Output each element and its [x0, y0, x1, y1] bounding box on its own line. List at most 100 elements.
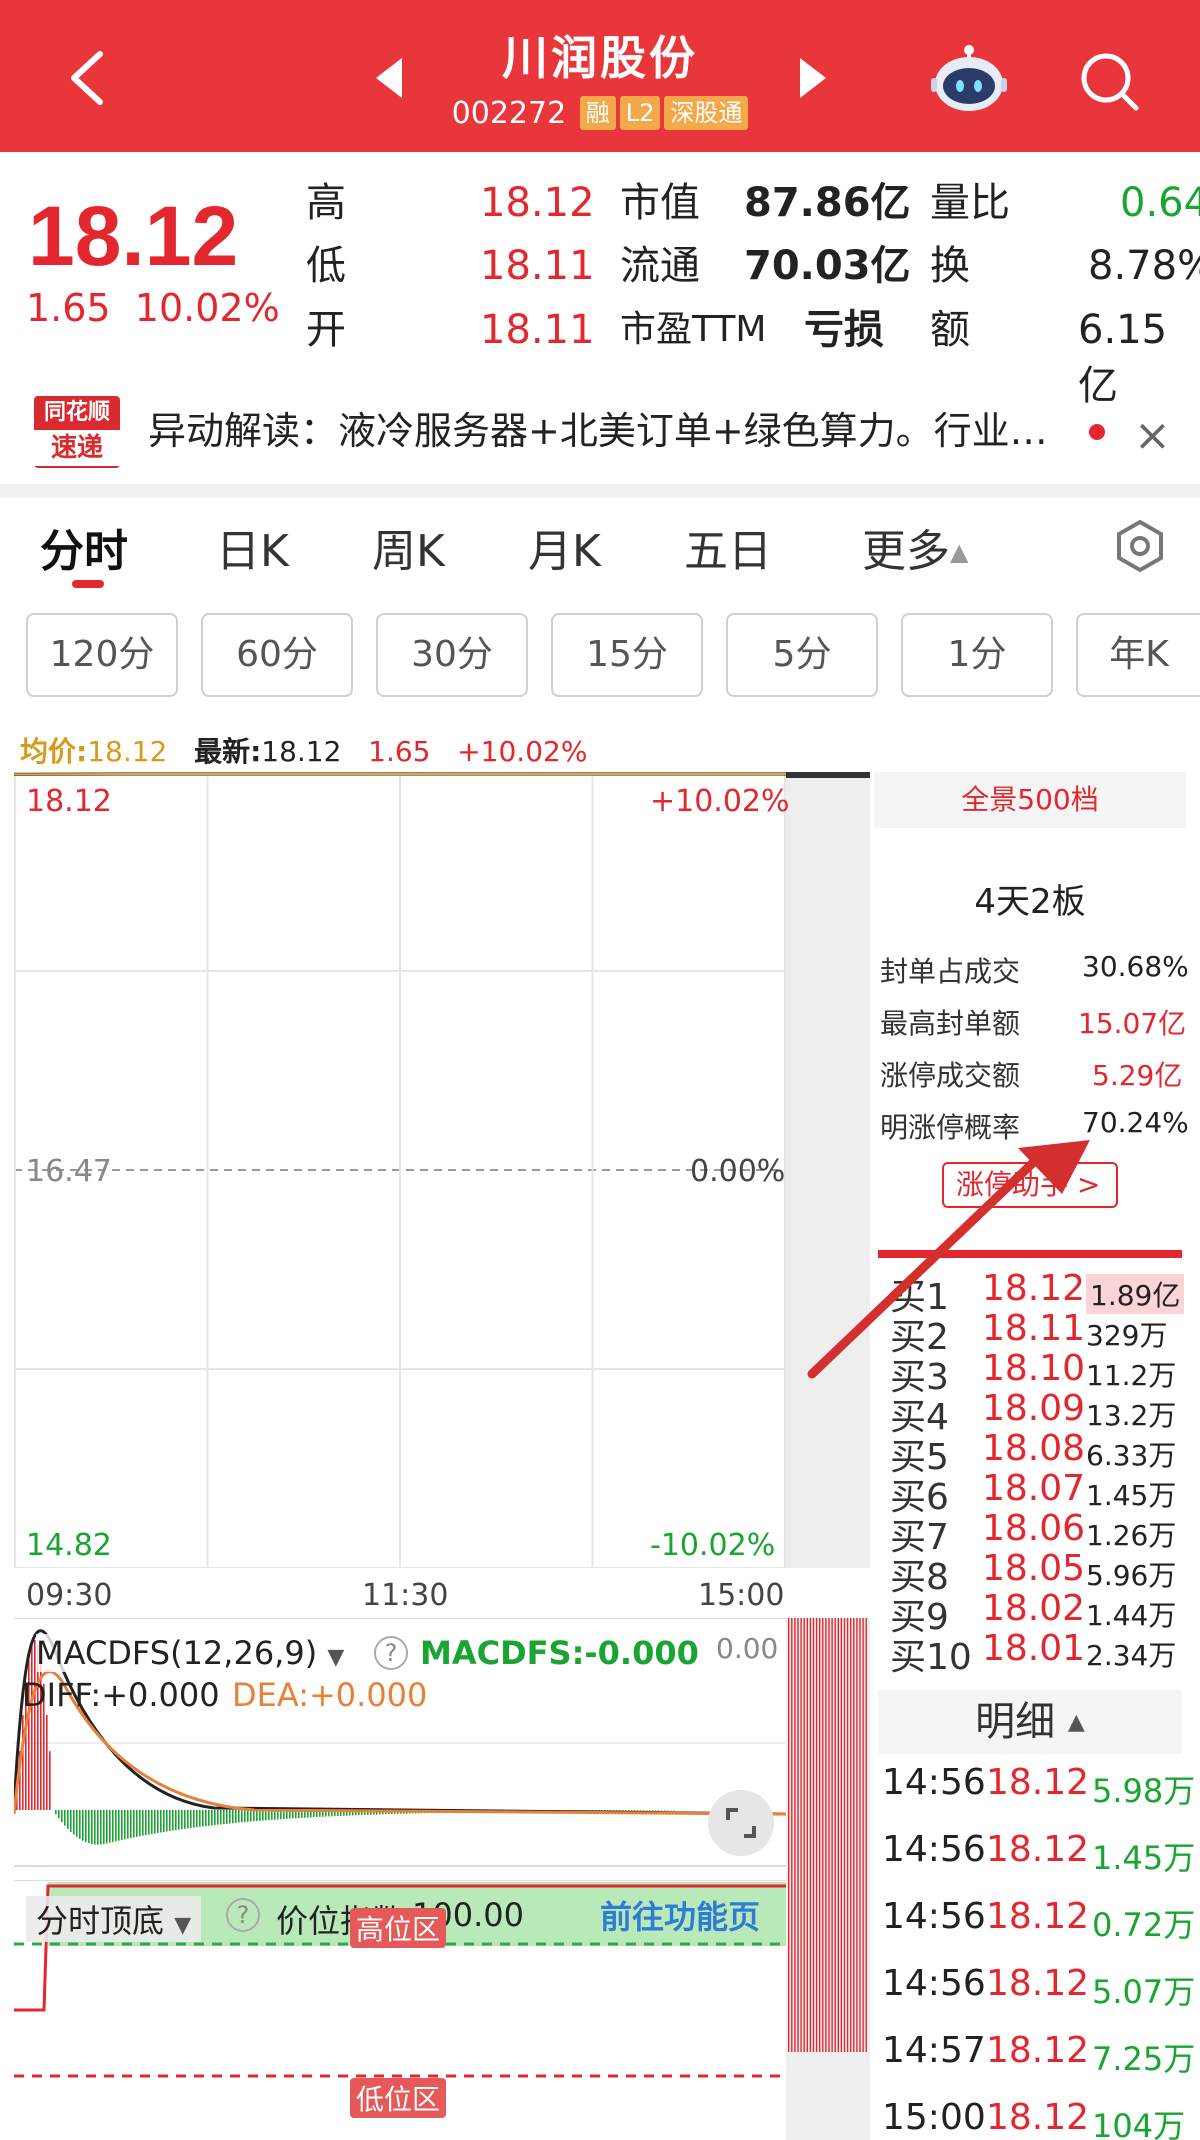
macd-bar [214, 1810, 216, 1826]
volume-bar [840, 1618, 843, 2052]
trade-price: 18.12 [986, 1896, 1090, 1937]
macd-bar [187, 1810, 189, 1829]
period-30min-button[interactable]: 30分 [376, 613, 528, 697]
tab-weekly-k[interactable]: 周K [372, 515, 445, 579]
macd-selector[interactable]: MACDFS(12,26,9) ▼ [36, 1634, 345, 1672]
macd-bar [235, 1810, 237, 1823]
order-book-row[interactable]: 买9 18.02 1.44万 [890, 1588, 1190, 1638]
macd-bar [109, 1810, 111, 1843]
dropdown-caret-icon: ▼ [174, 1913, 192, 1938]
volume-bar [815, 1618, 818, 2052]
indicator-selector[interactable]: 分时顶底 ▼ [26, 1896, 202, 1942]
tab-monthly-k[interactable]: 月K [528, 515, 601, 579]
volume-cap [786, 772, 870, 778]
macd-bar [133, 1810, 135, 1838]
trade-volume: 1.45万 [1092, 1839, 1196, 1877]
float-cap-value: 70.03亿 [744, 243, 911, 289]
trade-time: 14:56 [882, 1829, 986, 1870]
macd-bar [31, 1645, 33, 1810]
amount-label: 额 [930, 307, 970, 353]
order-book-row[interactable]: 买7 18.06 1.26万 [890, 1508, 1190, 1558]
bid-price: 18.02 [982, 1588, 1086, 1629]
help-icon[interactable]: ? [226, 1898, 260, 1932]
volume-ratio-label: 量比 [930, 180, 1010, 226]
board-count: 4天2板 [974, 882, 1086, 922]
dea-label: DEA: [232, 1676, 309, 1714]
macd-value-label: MACDFS: [420, 1634, 585, 1672]
bid-price: 18.08 [982, 1428, 1086, 1469]
avg-price-label: 均价: [20, 735, 88, 768]
settings-hexagon-icon[interactable] [1112, 518, 1168, 574]
macd-bar [124, 1810, 126, 1840]
order-book-row[interactable]: 买6 18.07 1.45万 [890, 1468, 1190, 1518]
macd-bar [136, 1810, 138, 1837]
period-15min-button[interactable]: 15分 [551, 613, 703, 697]
order-book-row[interactable]: 买5 18.08 6.33万 [890, 1428, 1190, 1478]
macd-bar [247, 1810, 249, 1822]
macd-bar [91, 1810, 93, 1844]
next-stock-icon[interactable] [800, 58, 826, 98]
tab-daily-k[interactable]: 日K [216, 515, 289, 579]
volume-bar [843, 1618, 846, 2052]
chart-info-line: 均价:18.12 最新:18.12 1.65 +10.02% [20, 730, 587, 770]
macd-bar [100, 1810, 102, 1845]
trade-price: 18.12 [986, 2030, 1090, 2071]
macd-bar [217, 1810, 219, 1825]
macd-bar [139, 1810, 141, 1837]
macd-bar [253, 1810, 255, 1822]
macd-bar [193, 1810, 195, 1828]
macd-bar [121, 1810, 123, 1840]
macd-bar [130, 1810, 132, 1839]
pe-label: 市盈TTM [620, 309, 767, 350]
order-book-row[interactable]: 买8 18.05 5.96万 [890, 1548, 1190, 1598]
tab-intraday[interactable]: 分时 [40, 515, 128, 579]
macd-bar [619, 1810, 621, 1811]
detail-header[interactable]: 明细 ▲ [878, 1690, 1182, 1754]
indicator-name: 分时顶底 [36, 1902, 165, 1940]
macd-bar [256, 1810, 258, 1822]
search-icon[interactable] [1078, 50, 1140, 112]
news-headline[interactable]: 异动解读：液冷服务器+北美订单+绿色算力。行业… [148, 400, 1088, 455]
tab-more-label: 更多 [862, 526, 950, 577]
tab-more[interactable]: 更多▲ [862, 515, 968, 579]
macd-bar [661, 1810, 663, 1811]
macd-name: MACDFS(12,26,9) [36, 1634, 318, 1672]
period-120min-button[interactable]: 120分 [26, 613, 178, 697]
help-icon[interactable]: ? [374, 1636, 408, 1670]
market-cap-value: 87.86亿 [744, 180, 911, 226]
period-60min-button[interactable]: 60分 [201, 613, 353, 697]
unread-dot-icon [1089, 424, 1105, 440]
macd-bar [259, 1810, 261, 1821]
period-5min-button[interactable]: 5分 [726, 613, 878, 697]
panorama-500-button[interactable]: 全景500档 [874, 772, 1186, 828]
volume-bar [819, 1618, 821, 2052]
trade-volume: 0.72万 [1092, 1906, 1196, 1944]
macd-bar [148, 1810, 150, 1835]
stock-code-row: 002272 融 L2 深股通 [0, 96, 1200, 131]
macd-bar [106, 1810, 108, 1844]
volume-bar [831, 1618, 833, 2052]
period-yearly-k-button[interactable]: 年K [1076, 613, 1200, 697]
tag-l2: L2 [619, 96, 661, 130]
high-zone-label: 高位区 [350, 1908, 447, 1948]
macd-bar [673, 1810, 675, 1811]
volume-bar [834, 1618, 836, 2052]
intraday-chart[interactable] [14, 772, 786, 1568]
robot-assistant-icon[interactable] [930, 42, 1008, 114]
macd-right-value: 0.00 [716, 1632, 779, 1665]
macd-bar [55, 1810, 57, 1815]
bid-price: 18.09 [982, 1388, 1086, 1429]
order-book-row[interactable]: 买10 18.01 2.34万 [890, 1628, 1190, 1678]
fullscreen-icon[interactable] [708, 1790, 774, 1856]
period-1min-button[interactable]: 1分 [901, 613, 1053, 697]
order-book-row[interactable]: 买4 18.09 13.2万 [890, 1388, 1190, 1438]
trade-volume: 5.98万 [1092, 1772, 1196, 1810]
macd-bar [616, 1810, 618, 1811]
dropdown-caret-icon: ▼ [327, 1645, 345, 1670]
close-icon[interactable]: × [1134, 410, 1171, 461]
tab-five-day[interactable]: 五日 [684, 515, 772, 579]
macd-bar [649, 1810, 651, 1811]
goto-function-link[interactable]: 前往功能页 [600, 1892, 760, 1938]
y-label-low: 14.82 [26, 1528, 112, 1563]
macd-bar [157, 1810, 159, 1833]
